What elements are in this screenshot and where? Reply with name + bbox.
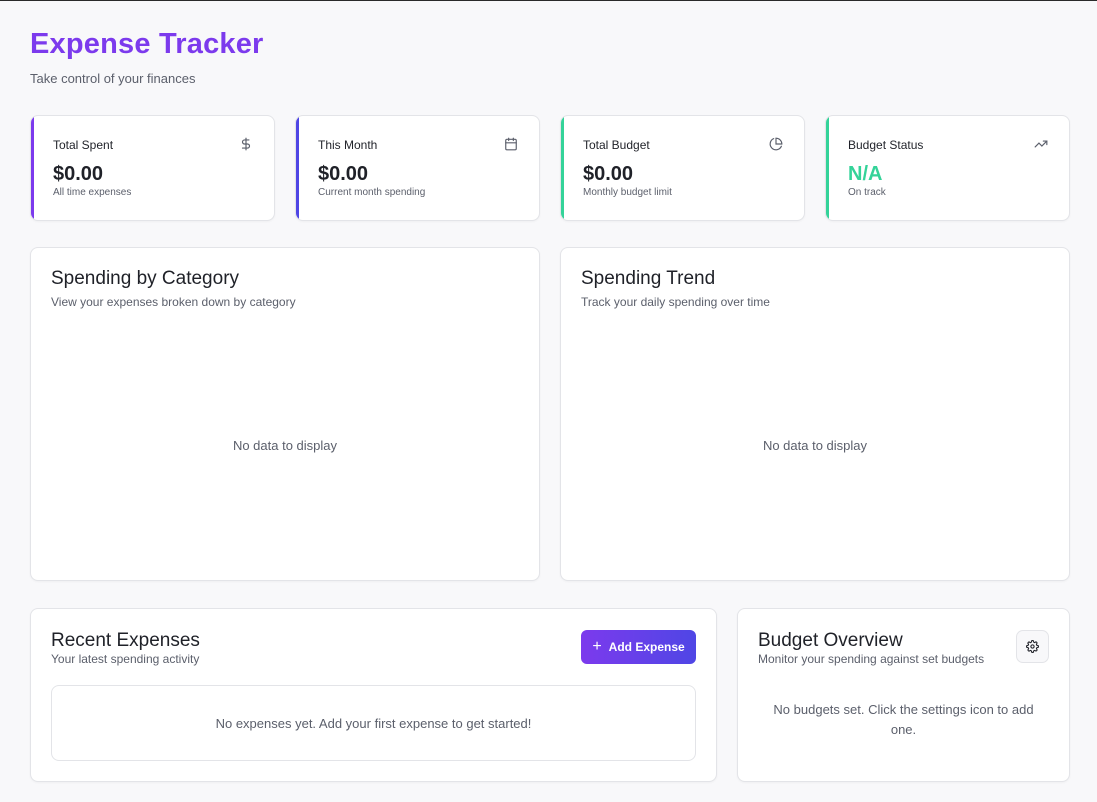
panel-subtitle: Track your daily spending over time (581, 295, 770, 309)
trend-chart-panel: Spending Trend Track your daily spending… (560, 247, 1070, 581)
plus-icon: + (592, 638, 602, 655)
stat-label: Total Budget (583, 138, 650, 152)
card-accent (31, 116, 34, 220)
add-expense-label: Add Expense (608, 640, 685, 654)
card-accent (826, 116, 829, 220)
card-accent (296, 116, 299, 220)
empty-state-message: No data to display (762, 438, 868, 453)
category-chart-panel: Spending by Category View your expenses … (30, 247, 540, 581)
add-expense-button[interactable]: + Add Expense (581, 630, 696, 664)
pie-chart-icon (769, 137, 783, 151)
panel-title: Spending by Category (51, 268, 240, 289)
stat-value: $0.00 (53, 163, 104, 185)
budget-overview-panel: Budget Overview Monitor your spending ag… (737, 608, 1070, 782)
empty-state-message: No budgets set. Click the settings icon … (773, 702, 1034, 737)
calendar-icon (504, 137, 518, 151)
stat-note: Current month spending (318, 187, 426, 198)
recent-expenses-panel: Recent Expenses Your latest spending act… (30, 608, 717, 782)
page-title: Expense Tracker (30, 28, 264, 60)
gear-icon (1026, 640, 1039, 653)
stat-card-total-budget: Total Budget $0.00 Monthly budget limit (560, 115, 805, 221)
stat-card-this-month: This Month $0.00 Current month spending (295, 115, 540, 221)
panel-subtitle: View your expenses broken down by catego… (51, 295, 296, 309)
dollar-icon (239, 137, 253, 151)
budget-settings-button[interactable] (1016, 630, 1049, 663)
stat-card-total-spent: Total Spent $0.00 All time expenses (30, 115, 275, 221)
stat-label: This Month (318, 138, 378, 152)
stat-value: $0.00 (583, 163, 634, 185)
panel-title: Spending Trend (581, 268, 716, 289)
panel-title: Recent Expenses (51, 630, 200, 651)
card-accent (561, 116, 564, 220)
stat-note: On track (848, 187, 886, 198)
empty-state-message: No data to display (232, 438, 338, 453)
panel-subtitle: Your latest spending activity (51, 652, 200, 666)
stat-label: Budget Status (848, 138, 924, 152)
stat-label: Total Spent (53, 138, 114, 152)
panel-title: Budget Overview (758, 630, 903, 651)
panel-subtitle: Monitor your spending against set budget… (758, 652, 985, 666)
stat-value: $0.00 (318, 163, 369, 185)
stat-note: All time expenses (53, 187, 132, 198)
stat-card-budget-status: Budget Status N/A On track (825, 115, 1070, 221)
trending-up-icon (1034, 137, 1048, 151)
stat-note: Monthly budget limit (583, 187, 672, 198)
page-subtitle: Take control of your finances (30, 71, 196, 86)
expenses-list-empty: No expenses yet. Add your first expense … (51, 685, 696, 761)
empty-state-message: No expenses yet. Add your first expense … (215, 716, 532, 731)
stat-value: N/A (848, 163, 883, 185)
